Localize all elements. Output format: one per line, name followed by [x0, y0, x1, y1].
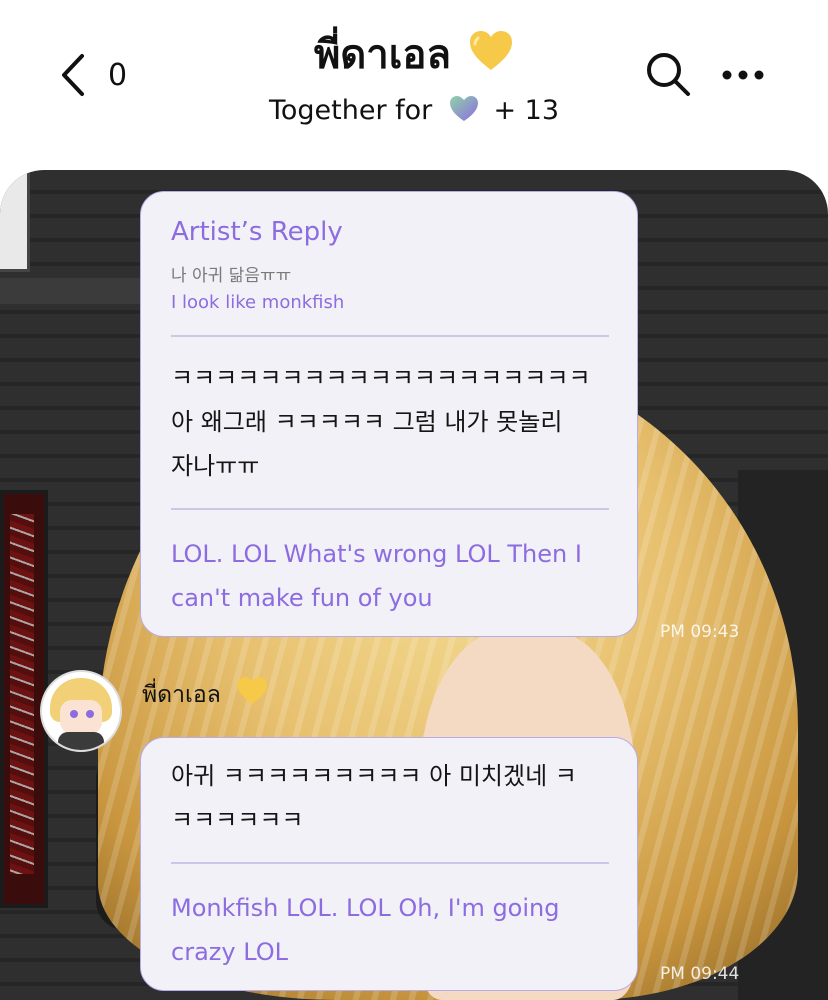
message-bubble[interactable]: 아귀 ㅋㅋㅋㅋㅋㅋㅋㅋㅋ 아 미치겠네 ㅋ ㅋㅋㅋㅋㅋㅋ Monkfish LO…	[140, 737, 638, 991]
avatar-face	[60, 700, 102, 734]
chat-title-row: พี่ดาเอล	[0, 22, 828, 86]
background-frame	[0, 170, 30, 272]
message-text: ㅋㅋㅋㅋㅋㅋㅋㅋㅋㅋㅋㅋㅋㅋㅋㅋㅋㅋㅋ 아 왜그래 ㅋㅋㅋㅋㅋ 그럼 내가 못놀…	[171, 364, 591, 480]
page-title: พี่ดาเอล	[313, 32, 451, 78]
more-dots-icon	[722, 70, 764, 80]
search-icon	[647, 53, 690, 96]
message-bubble[interactable]: Artist’s Reply 나 아귀 닮음ㅠㅠ I look like mon…	[140, 191, 638, 637]
yellow-heart-icon	[236, 676, 268, 712]
message-time: PM 09:44	[660, 964, 740, 984]
gradient-heart-icon	[449, 95, 479, 130]
message-translation: LOL. LOL What's wrong LOL Then I can't m…	[171, 540, 582, 612]
chat-subtitle: Together for + 13	[0, 95, 828, 130]
avatar-eye-left	[70, 710, 78, 718]
reply-divider	[171, 335, 609, 337]
sender-name: พี่ดาเอล	[142, 682, 221, 708]
avatar-body	[58, 732, 104, 750]
background-shelf	[0, 278, 150, 304]
artist-reply-label: Artist’s Reply	[171, 217, 343, 247]
avatar[interactable]	[40, 670, 122, 752]
subtitle-prefix: Together for	[268, 95, 433, 126]
more-button[interactable]	[718, 60, 768, 90]
reply-translation-text: I look like monkfish	[171, 292, 345, 313]
message-time: PM 09:43	[660, 622, 740, 642]
avatar-eye-right	[86, 710, 94, 718]
subtitle-suffix: + 13	[493, 95, 560, 126]
reply-original-text: 나 아귀 닮음ㅠㅠ	[171, 266, 292, 286]
translation-divider	[171, 862, 609, 864]
chat-header: 0 พี่ดาเอล Together for + 13	[0, 0, 828, 170]
search-button[interactable]	[644, 50, 692, 98]
message-translation: Monkfish LOL. LOL Oh, I'm going crazy LO…	[171, 894, 560, 966]
translation-divider	[171, 508, 609, 510]
message-text: 아귀 ㅋㅋㅋㅋㅋㅋㅋㅋㅋ 아 미치겠네 ㅋ ㅋㅋㅋㅋㅋㅋ	[171, 762, 577, 834]
yellow-heart-icon	[468, 30, 514, 76]
sender-name-row: พี่ดาเอล	[142, 676, 268, 713]
